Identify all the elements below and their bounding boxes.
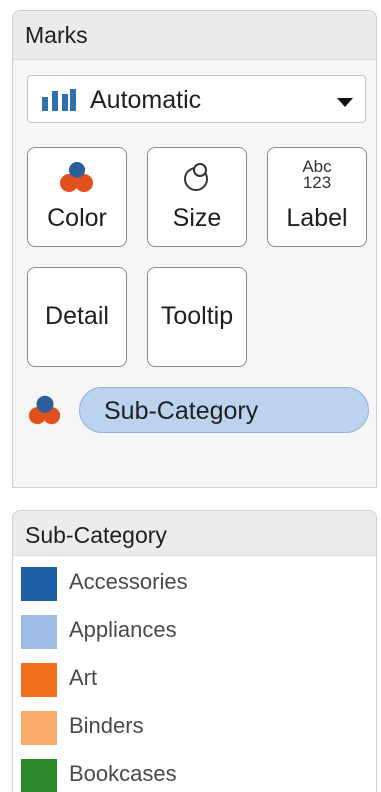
legend-swatch	[21, 759, 57, 792]
color-label: Color	[47, 204, 107, 232]
legend-item[interactable]: Appliances	[21, 609, 376, 657]
color-circles-icon	[28, 158, 126, 196]
size-button[interactable]: Size	[147, 147, 247, 247]
tooltip-button[interactable]: Tooltip	[147, 267, 247, 367]
num-text: 123	[302, 173, 332, 192]
color-field-row: Sub-Category	[27, 387, 372, 433]
color-circles-icon	[27, 393, 63, 432]
bar-chart-icon	[42, 89, 76, 116]
mark-type-label: Automatic	[90, 86, 202, 114]
legend-item-label: Appliances	[69, 617, 177, 642]
legend-list: Accessories Appliances Art Binders Bookc…	[21, 561, 376, 792]
marks-card-header: Marks	[13, 11, 376, 60]
legend-swatch	[21, 567, 57, 601]
legend-item-label: Bookcases	[69, 761, 177, 786]
label-button[interactable]: Abc 123 Label	[267, 147, 367, 247]
marks-card: Marks Automatic Color Size Abc 123 Label…	[12, 10, 377, 488]
legend-title: Sub-Category	[25, 522, 167, 548]
mark-type-dropdown[interactable]: Automatic	[27, 75, 366, 123]
legend-item[interactable]: Art	[21, 657, 376, 705]
legend-item-label: Binders	[69, 713, 144, 738]
detail-label: Detail	[45, 302, 109, 330]
legend-swatch	[21, 711, 57, 745]
abc-123-icon: Abc 123	[268, 156, 366, 194]
legend-item[interactable]: Binders	[21, 705, 376, 753]
sub-category-pill[interactable]: Sub-Category	[79, 387, 369, 433]
color-button[interactable]: Color	[27, 147, 127, 247]
marks-card-title: Marks	[25, 22, 88, 48]
legend-swatch	[21, 663, 57, 697]
size-label: Size	[172, 204, 222, 232]
color-legend-card: Sub-Category Accessories Appliances Art …	[12, 510, 377, 792]
label-label: Label	[286, 204, 348, 232]
detail-button[interactable]: Detail	[27, 267, 127, 367]
legend-item[interactable]: Bookcases	[21, 753, 376, 792]
tooltip-label: Tooltip	[160, 302, 234, 330]
legend-item[interactable]: Accessories	[21, 561, 376, 609]
pill-label: Sub-Category	[104, 397, 259, 425]
size-circles-icon	[148, 158, 246, 196]
legend-swatch	[21, 615, 57, 649]
legend-item-label: Accessories	[69, 569, 188, 594]
legend-header: Sub-Category	[13, 511, 376, 556]
legend-item-label: Art	[69, 665, 98, 690]
caret-down-icon[interactable]	[337, 95, 353, 113]
